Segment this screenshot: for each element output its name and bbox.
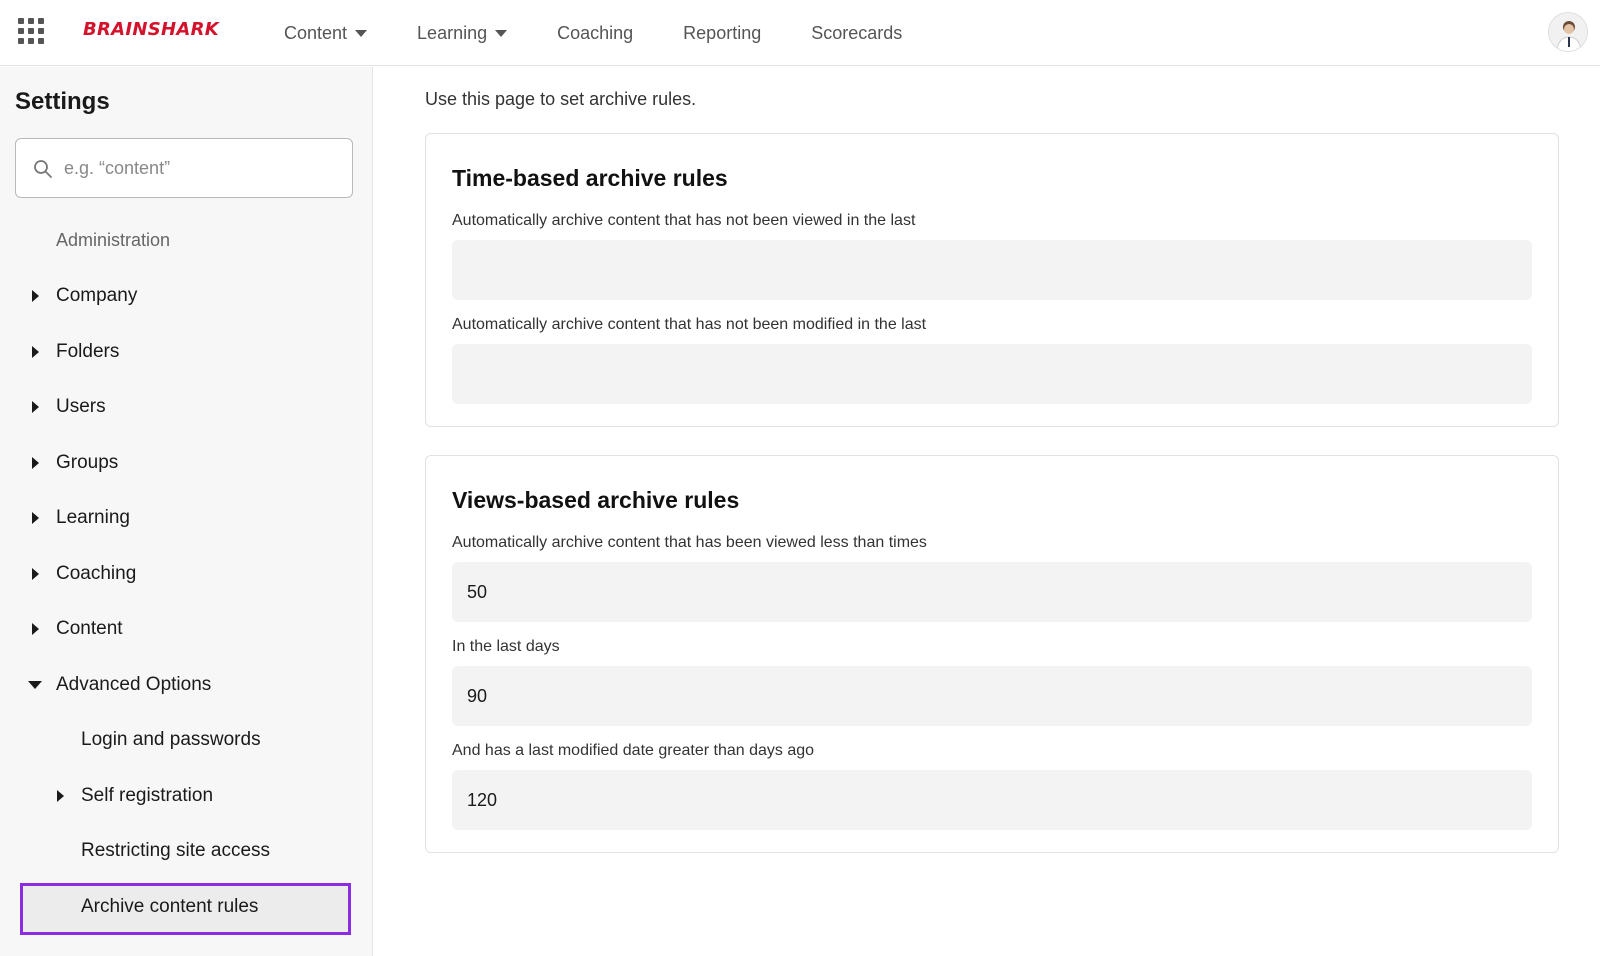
modified-days-ago-input[interactable]: [452, 770, 1532, 830]
in-last-days-label: In the last days: [452, 638, 560, 655]
settings-sidebar: Settings Administration Company Folders …: [0, 67, 373, 956]
sidebar-item-label: Groups: [56, 451, 119, 473]
search-input[interactable]: [64, 139, 344, 197]
sidebar-subitem-label: Restricting site access: [81, 840, 271, 862]
sidebar-item-coaching[interactable]: Coaching: [0, 546, 372, 602]
caret-right-icon: [32, 401, 39, 414]
settings-search[interactable]: [15, 138, 353, 198]
sidebar-item-label: Users: [56, 396, 106, 418]
sidebar-subitem-label: Archive content rules: [81, 895, 259, 917]
app-launcher-grid-icon[interactable]: [18, 18, 44, 44]
section-label: Administration: [56, 230, 171, 251]
caret-right-icon: [32, 623, 39, 636]
sidebar-subitem-label: Login and passwords: [81, 729, 261, 751]
viewed-less-than-input[interactable]: [452, 562, 1532, 622]
nav-scorecards[interactable]: Scorecards: [811, 23, 902, 44]
sidebar-subitem-self-registration[interactable]: Self registration: [0, 768, 372, 824]
nav-learning-label: Learning: [417, 22, 488, 43]
caret-right-icon: [32, 567, 39, 580]
sidebar-item-label: Learning: [56, 507, 130, 529]
chevron-down-icon: [355, 29, 368, 37]
settings-menu: Administration Company Folders Users Gro…: [0, 213, 372, 935]
views-based-rules-card: Views-based archive rules Automatically …: [425, 455, 1559, 853]
caret-right-icon: [32, 512, 39, 525]
main-content: Use this page to set archive rules. Time…: [373, 67, 1600, 956]
sidebar-item-content[interactable]: Content: [0, 602, 372, 658]
sidebar-item-learning[interactable]: Learning: [0, 491, 372, 547]
caret-down-icon: [28, 680, 42, 689]
nav-learning[interactable]: Learning: [417, 22, 508, 44]
viewed-less-than-label: Automatically archive content that has b…: [452, 534, 927, 551]
sidebar-item-folders[interactable]: Folders: [0, 324, 372, 380]
card-title: Views-based archive rules: [452, 487, 740, 513]
user-photo-icon: [1549, 13, 1587, 51]
nav-coaching[interactable]: Coaching: [557, 23, 633, 44]
caret-right-icon: [32, 456, 39, 469]
sidebar-item-advanced-options[interactable]: Advanced Options: [0, 657, 372, 713]
user-avatar[interactable]: [1548, 12, 1588, 52]
caret-right-icon: [32, 290, 39, 303]
not-modified-label: Automatically archive content that has n…: [452, 316, 927, 333]
not-viewed-label: Automatically archive content that has n…: [452, 212, 916, 229]
not-viewed-input[interactable]: [452, 240, 1532, 300]
sidebar-item-groups[interactable]: Groups: [0, 435, 372, 491]
nav-content[interactable]: Content: [284, 22, 368, 44]
sidebar-item-label: Advanced Options: [56, 673, 212, 695]
time-based-rules-card: Time-based archive rules Automatically a…: [425, 133, 1559, 427]
sidebar-item-label: Company: [56, 285, 138, 307]
sidebar-title: Settings: [15, 88, 110, 115]
caret-right-icon: [32, 345, 39, 358]
modified-days-ago-label: And has a last modified date greater tha…: [452, 742, 815, 759]
section-administration: Administration: [0, 213, 372, 269]
nav-content-label: Content: [284, 22, 348, 43]
sidebar-item-company[interactable]: Company: [0, 269, 372, 325]
sidebar-item-label: Coaching: [56, 562, 137, 584]
caret-right-icon: [57, 789, 64, 802]
sidebar-item-label: Content: [56, 618, 123, 640]
search-icon: [34, 160, 52, 178]
in-last-days-input[interactable]: [452, 666, 1532, 726]
sidebar-subitem-login-passwords[interactable]: Login and passwords: [0, 713, 372, 769]
top-navigation-bar: BRAINSHARK Content Learning Coaching Rep…: [0, 0, 1600, 66]
chevron-down-icon: [495, 29, 508, 37]
sidebar-subitem-label: Self registration: [81, 784, 214, 806]
nav-reporting[interactable]: Reporting: [683, 23, 761, 44]
page-intro: Use this page to set archive rules.: [425, 89, 697, 109]
main-nav: Content Learning Coaching Reporting Scor…: [284, 0, 952, 66]
sidebar-subitem-restricting-site-access[interactable]: Restricting site access: [0, 824, 372, 880]
brainshark-logo[interactable]: BRAINSHARK: [83, 19, 219, 40]
sidebar-item-users[interactable]: Users: [0, 380, 372, 436]
sidebar-item-label: Folders: [56, 340, 120, 362]
card-title: Time-based archive rules: [452, 165, 728, 191]
not-modified-input[interactable]: [452, 344, 1532, 404]
sidebar-subitem-archive-content-rules[interactable]: Archive content rules: [0, 879, 372, 935]
